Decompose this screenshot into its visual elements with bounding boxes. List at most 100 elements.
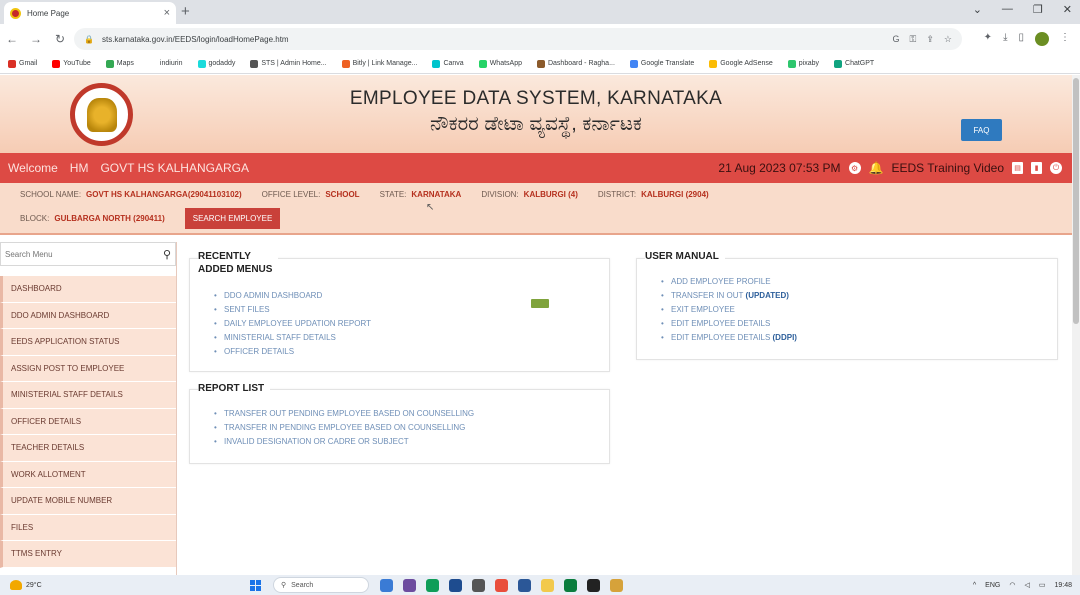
wifi-icon[interactable]: ◠	[1009, 581, 1015, 589]
user-manual-link[interactable]: ADD EMPLOYEE PROFILE	[659, 275, 797, 289]
power-icon[interactable]: ⏻	[1050, 162, 1062, 174]
taskbar-search[interactable]: ⚲ Search	[273, 577, 369, 593]
recent-menu-link[interactable]: MINISTERIAL STAFF DETAILS	[212, 331, 371, 345]
taskbar-app-icon[interactable]	[518, 578, 531, 592]
taskbar-app-icon[interactable]	[380, 578, 393, 592]
taskbar-app-icon[interactable]	[426, 578, 439, 592]
menu-search-input[interactable]	[5, 249, 155, 259]
taskbar-app-icon[interactable]	[541, 578, 554, 592]
bookmark-item[interactable]: Google Translate	[629, 59, 694, 68]
taskbar-app-icon[interactable]	[449, 578, 462, 592]
sidebar-menu-item[interactable]: OFFICER DETAILS	[0, 408, 176, 435]
page-scrollbar[interactable]	[1072, 75, 1080, 575]
training-video-link[interactable]: EEDS Training Video	[891, 161, 1004, 175]
recent-menu-link[interactable]: SENT FILES	[212, 303, 371, 317]
report-link[interactable]: TRANSFER OUT PENDING EMPLOYEE BASED ON C…	[212, 407, 474, 421]
bookmark-favicon-icon	[341, 59, 350, 68]
bookmark-item[interactable]: godaddy	[197, 59, 235, 68]
notification-bell-icon[interactable]: 🔔	[869, 161, 884, 175]
extensions-icon[interactable]: ✦	[984, 32, 992, 46]
battery-icon[interactable]: ▭	[1039, 581, 1046, 589]
sidebar-menu-item[interactable]: UPDATE MOBILE NUMBER	[0, 488, 176, 515]
bookmark-item[interactable]: ChatGPT	[834, 59, 874, 68]
tab-close-icon[interactable]: ×	[164, 7, 170, 19]
document-icon[interactable]: ▤	[1012, 162, 1023, 174]
tab-search-icon[interactable]: ⌄	[973, 3, 982, 16]
report-link[interactable]: TRANSFER IN PENDING EMPLOYEE BASED ON CO…	[212, 421, 474, 435]
windows-start-icon[interactable]	[250, 580, 261, 591]
user-manual-link[interactable]: EDIT EMPLOYEE DETAILS	[659, 317, 797, 331]
report-link[interactable]: INVALID DESIGNATION OR CADRE OR SUBJECT	[212, 435, 474, 449]
taskbar-app-icon[interactable]	[564, 578, 577, 592]
district-label: DISTRICT:	[597, 190, 637, 199]
division-value: KALBURGI (4)	[523, 190, 578, 199]
bookmark-item[interactable]: indiurin	[148, 59, 183, 68]
google-lens-icon[interactable]: G	[893, 34, 900, 45]
taskbar-app-icon[interactable]	[495, 578, 508, 592]
bookmark-item[interactable]: Canva	[432, 59, 464, 68]
taskbar-app-icon[interactable]	[610, 578, 623, 592]
sidebar-menu-item[interactable]: WORK ALLOTMENT	[0, 461, 176, 488]
bookmark-item[interactable]: Bitly | Link Manage...	[341, 59, 417, 68]
share-icon[interactable]: ⇪	[926, 34, 934, 45]
search-icon[interactable]: ⚲	[163, 248, 171, 261]
bookmark-item[interactable]: Gmail	[8, 59, 37, 68]
sidebar-menu-item[interactable]: DASHBOARD	[0, 276, 176, 303]
taskbar-app-icon[interactable]	[472, 578, 485, 592]
sidebar-menu-item[interactable]: DDO ADMIN DASHBOARD	[0, 302, 176, 329]
star-icon[interactable]: ☆	[944, 34, 952, 45]
bookmark-item[interactable]: STS | Admin Home...	[250, 59, 327, 68]
key-icon[interactable]: ⚿	[910, 34, 917, 45]
sidebar-menu-item[interactable]: ASSIGN POST TO EMPLOYEE	[0, 355, 176, 382]
sidebar-menu-item[interactable]: EEDS APPLICATION STATUS	[0, 329, 176, 356]
taskbar-app-icon[interactable]	[587, 578, 600, 592]
faq-button[interactable]: FAQ	[961, 119, 1002, 141]
scrollbar-thumb[interactable]	[1073, 78, 1079, 324]
recent-menu-link[interactable]: DDO ADMIN DASHBOARD	[212, 289, 371, 303]
windows-taskbar: 29°C ⚲ Search ^ ENG ◠ ◁ ▭ 19:48	[0, 575, 1080, 595]
bookmark-item[interactable]: Maps	[105, 59, 134, 68]
profile-avatar[interactable]	[1035, 32, 1049, 46]
bookmark-favicon-icon	[250, 59, 259, 68]
side-panel-icon[interactable]: ▯	[1018, 32, 1024, 46]
volume-icon[interactable]: ◁	[1024, 581, 1029, 589]
recent-menu-link[interactable]: OFFICER DETAILS	[212, 345, 371, 359]
forward-arrow-icon[interactable]: →	[24, 32, 48, 46]
bookmark-label: pixaby	[798, 60, 820, 67]
clock-time[interactable]: 19:48	[1054, 582, 1072, 589]
back-arrow-icon[interactable]: ←	[0, 32, 24, 46]
sidebar-menu-item[interactable]: TEACHER DETAILS	[0, 435, 176, 462]
reload-icon[interactable]: ↻	[48, 32, 72, 46]
bookmark-item[interactable]: WhatsApp	[478, 59, 522, 68]
url-text[interactable]: sts.karnataka.gov.in/EEDS/login/loadHome…	[102, 35, 289, 44]
close-window-button[interactable]: ✕	[1063, 3, 1072, 16]
maximize-button[interactable]: ❐	[1033, 3, 1043, 16]
recent-menu-link[interactable]: DAILY EMPLOYEE UPDATION REPORT	[212, 317, 371, 331]
download-icon[interactable]: ⤓	[1003, 32, 1007, 46]
language-indicator[interactable]: ENG	[985, 582, 1000, 589]
lock-icon: 🔒	[84, 34, 94, 44]
block-value: GULBARGA NORTH (290411)	[54, 214, 165, 223]
address-bar[interactable]: 🔒 sts.karnataka.gov.in/EEDS/login/loadHo…	[74, 28, 962, 50]
bookmark-item[interactable]: YouTube	[52, 59, 91, 68]
bookmark-item[interactable]: pixaby	[787, 59, 820, 68]
bookmark-item[interactable]: Google AdSense	[709, 59, 773, 68]
sidebar-menu-item[interactable]: MINISTERIAL STAFF DETAILS	[0, 382, 176, 409]
user-manual-link[interactable]: TRANSFER IN OUT (UPDATED)	[659, 289, 797, 303]
menu-kebab-icon[interactable]: ⋮	[1060, 32, 1070, 46]
bookmark-icon[interactable]: ▮	[1031, 162, 1042, 174]
sidebar-menu-item[interactable]: FILES	[0, 514, 176, 541]
sidebar-menu-item[interactable]: TTMS ENTRY	[0, 541, 176, 568]
tray-chevron-icon[interactable]: ^	[973, 582, 976, 589]
browser-tab[interactable]: Home Page ×	[4, 2, 176, 24]
taskbar-app-icon[interactable]	[403, 578, 416, 592]
bookmark-item[interactable]: Dashboard - Ragha...	[536, 59, 615, 68]
search-employee-button[interactable]: SEARCH EMPLOYEE	[184, 208, 281, 229]
settings-icon[interactable]: ⚙	[848, 162, 861, 174]
weather-widget[interactable]: 29°C	[10, 580, 42, 590]
minimize-button[interactable]: —	[1002, 3, 1013, 16]
user-manual-link[interactable]: EDIT EMPLOYEE DETAILS (DDPI)	[659, 331, 797, 345]
user-manual-link-tag: (UPDATED)	[745, 291, 789, 300]
user-manual-link[interactable]: EXIT EMPLOYEE	[659, 303, 797, 317]
new-tab-button[interactable]: +	[181, 3, 190, 20]
